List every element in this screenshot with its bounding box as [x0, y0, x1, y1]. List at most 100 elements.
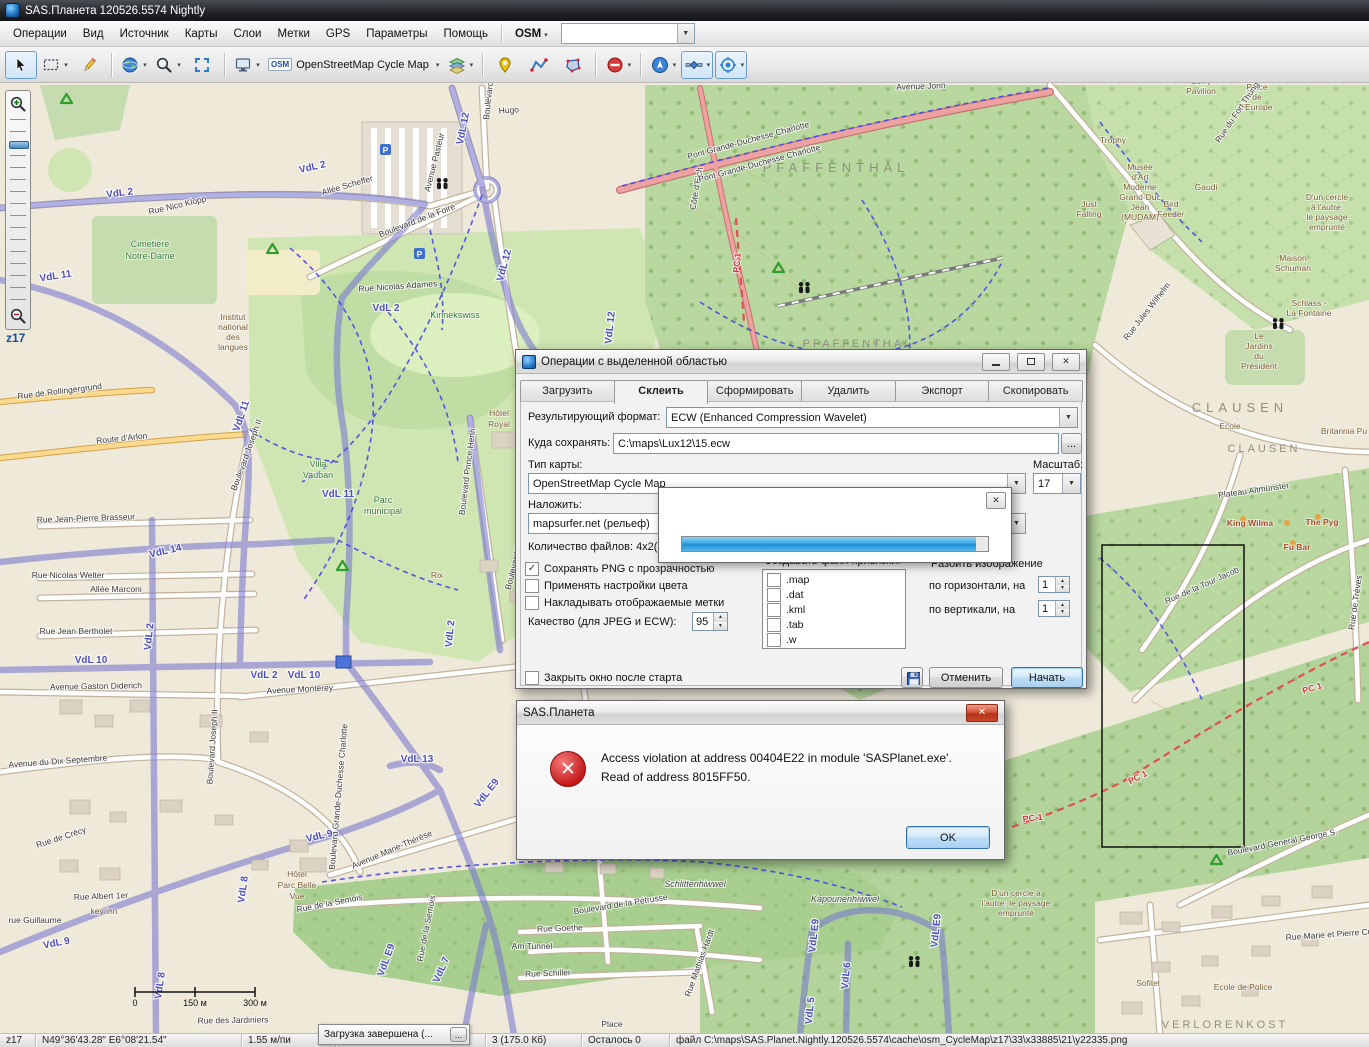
- spin-up-icon[interactable]: ▲: [714, 613, 727, 622]
- zoom-slider-handle[interactable]: [9, 141, 29, 149]
- map-label: VdL 11: [322, 489, 354, 500]
- gps-track-button[interactable]: ▾: [681, 51, 713, 79]
- map-type-button[interactable]: OSM OpenStreetMap Cycle Map ▾: [265, 51, 442, 79]
- tool-globe-button[interactable]: ▾: [118, 51, 150, 79]
- format-combobox[interactable]: ECW (Enhanced Compression Wavelet)▼: [666, 407, 1078, 428]
- tab-export[interactable]: Экспорт: [895, 380, 990, 402]
- tab-delete[interactable]: Удалить: [801, 380, 896, 402]
- menubar-search-combobox[interactable]: ▼: [561, 23, 695, 44]
- chevron-down-icon[interactable]: ▼: [1062, 474, 1080, 493]
- menu-help[interactable]: Помощь: [437, 25, 495, 43]
- tool-search-button[interactable]: ▾: [152, 51, 184, 79]
- checkbox-icon: [525, 596, 539, 610]
- georef-dat-checkbox[interactable]: .dat: [767, 587, 901, 602]
- window-titlebar[interactable]: SAS.Планета 120526.5574 Nightly: [0, 0, 1369, 21]
- menu-marks[interactable]: Метки: [270, 25, 316, 43]
- chevron-down-icon[interactable]: ▼: [1059, 408, 1077, 427]
- error-ok-button[interactable]: OK: [906, 826, 990, 849]
- save-path-input[interactable]: C:\maps\Lux12\15.ecw: [613, 433, 1059, 454]
- dialog-minimize-button[interactable]: [982, 353, 1010, 371]
- error-dialog-titlebar[interactable]: SAS.Планета ✕: [517, 701, 1004, 725]
- statusbar: z17 N49°36'43.28" E6°08'21.54" 1.55 м/пи…: [0, 1033, 1369, 1047]
- dialog-titlebar[interactable]: Операции с выделенной областью ✕: [516, 350, 1086, 374]
- error-close-button[interactable]: ✕: [966, 704, 998, 722]
- gps-follow-button[interactable]: ▾: [715, 51, 747, 79]
- download-status-popup[interactable]: Загрузка завершена (... ...: [318, 1024, 470, 1045]
- split-vertical-spinner[interactable]: 1 ▲▼: [1038, 600, 1070, 617]
- menu-settings[interactable]: Параметры: [359, 25, 434, 43]
- map-label: La Fontaine: [1287, 308, 1332, 318]
- spin-down-icon[interactable]: ▼: [1056, 585, 1069, 593]
- spin-up-icon[interactable]: ▲: [1056, 577, 1069, 585]
- tool-selection-button[interactable]: ▾: [39, 51, 71, 79]
- path-add-button[interactable]: [523, 51, 555, 79]
- menu-maps[interactable]: Карты: [178, 25, 225, 43]
- map-label: Fu Bar: [1284, 542, 1312, 552]
- spin-down-icon[interactable]: ▼: [714, 622, 727, 631]
- view-mode-button[interactable]: ▾: [231, 51, 263, 79]
- zoom-in-button[interactable]: [7, 93, 29, 115]
- georef-w-checkbox[interactable]: .w: [767, 632, 901, 647]
- split-horizontal-spinner[interactable]: 1 ▲▼: [1038, 576, 1070, 593]
- map-label: du: [1254, 351, 1264, 361]
- map-label: VERLORENKOST: [1162, 1019, 1288, 1031]
- menu-osm[interactable]: OSM▾: [508, 25, 555, 43]
- cancel-button[interactable]: Отменить: [929, 667, 1003, 688]
- tab-generate[interactable]: Сформировать: [707, 380, 802, 402]
- marks-visibility-button[interactable]: ▾: [602, 51, 634, 79]
- map-label: Falling: [1076, 209, 1101, 219]
- browse-button[interactable]: ...: [1061, 433, 1082, 454]
- tab-stitch[interactable]: Склеить: [614, 380, 709, 404]
- placemark-add-button[interactable]: [489, 51, 521, 79]
- dialog-maximize-button[interactable]: [1017, 353, 1045, 371]
- overlay-label: Наложить:: [528, 499, 582, 511]
- menu-view[interactable]: Вид: [76, 25, 111, 43]
- map-label: à l'autre:: [1311, 202, 1343, 212]
- app-window: P: [0, 0, 1369, 1047]
- map-label: Le: [1254, 331, 1264, 341]
- chevron-down-icon: ▾: [143, 61, 147, 69]
- tab-download[interactable]: Загрузить: [520, 380, 615, 402]
- color-settings-checkbox[interactable]: Применять настройки цвета: [525, 579, 688, 593]
- save-settings-button[interactable]: [901, 667, 923, 688]
- layers-button[interactable]: ▾: [444, 51, 476, 79]
- georef-map-checkbox[interactable]: .map: [767, 572, 901, 587]
- error-icon: ✕: [550, 751, 586, 787]
- zoom-slider[interactable]: [10, 119, 26, 301]
- tool-fullscreen-button[interactable]: [186, 51, 218, 79]
- map-label: langues: [218, 342, 248, 352]
- menu-gps[interactable]: GPS: [319, 25, 357, 43]
- tab-copy[interactable]: Скопировать: [988, 380, 1083, 402]
- png-transparency-checkbox[interactable]: Сохранять PNG с прозрачностью: [525, 562, 715, 576]
- download-status-more-button[interactable]: ...: [450, 1027, 467, 1042]
- gps-connect-button[interactable]: ▾: [647, 51, 679, 79]
- status-coordinates: N49°36'43.28" E6°08'21.54": [36, 1034, 242, 1047]
- overlay-marks-checkbox[interactable]: Накладывать отображаемые метки: [525, 596, 724, 610]
- start-button[interactable]: Начать: [1011, 667, 1083, 688]
- spin-up-icon[interactable]: ▲: [1056, 601, 1069, 609]
- checkbox-icon: [525, 562, 539, 576]
- georef-tab-checkbox[interactable]: .tab: [767, 617, 901, 632]
- menu-operations[interactable]: Операции: [6, 25, 74, 43]
- zoom-out-button[interactable]: [7, 305, 29, 327]
- georef-kml-checkbox[interactable]: .kml: [767, 602, 901, 617]
- close-after-start-checkbox[interactable]: Закрыть окно после старта: [525, 671, 682, 685]
- menu-layers[interactable]: Слои: [227, 25, 269, 43]
- chevron-down-icon[interactable]: ▼: [677, 24, 694, 43]
- quality-spinner[interactable]: 95 ▲▼: [692, 612, 728, 631]
- dialog-close-button[interactable]: ✕: [1052, 353, 1080, 371]
- tool-pencil-button[interactable]: [73, 51, 105, 79]
- scale-combobox[interactable]: 17▼: [1033, 473, 1081, 494]
- spin-down-icon[interactable]: ▼: [1056, 609, 1069, 617]
- map-label: Britannia Pu: [1321, 426, 1368, 436]
- tool-cursor-button[interactable]: [5, 51, 37, 79]
- toolbar-separator: [482, 53, 483, 77]
- chevron-down-icon: ▾: [64, 61, 68, 69]
- map-label: Hôtel: [489, 408, 509, 418]
- chevron-down-icon: ▾: [741, 61, 745, 69]
- scale-field-label: Масштаб:: [1033, 459, 1083, 471]
- polygon-add-button[interactable]: [557, 51, 589, 79]
- menu-source[interactable]: Источник: [113, 25, 176, 43]
- map-label: Notre-Dame: [125, 251, 174, 261]
- progress-close-button[interactable]: ✕: [986, 492, 1006, 509]
